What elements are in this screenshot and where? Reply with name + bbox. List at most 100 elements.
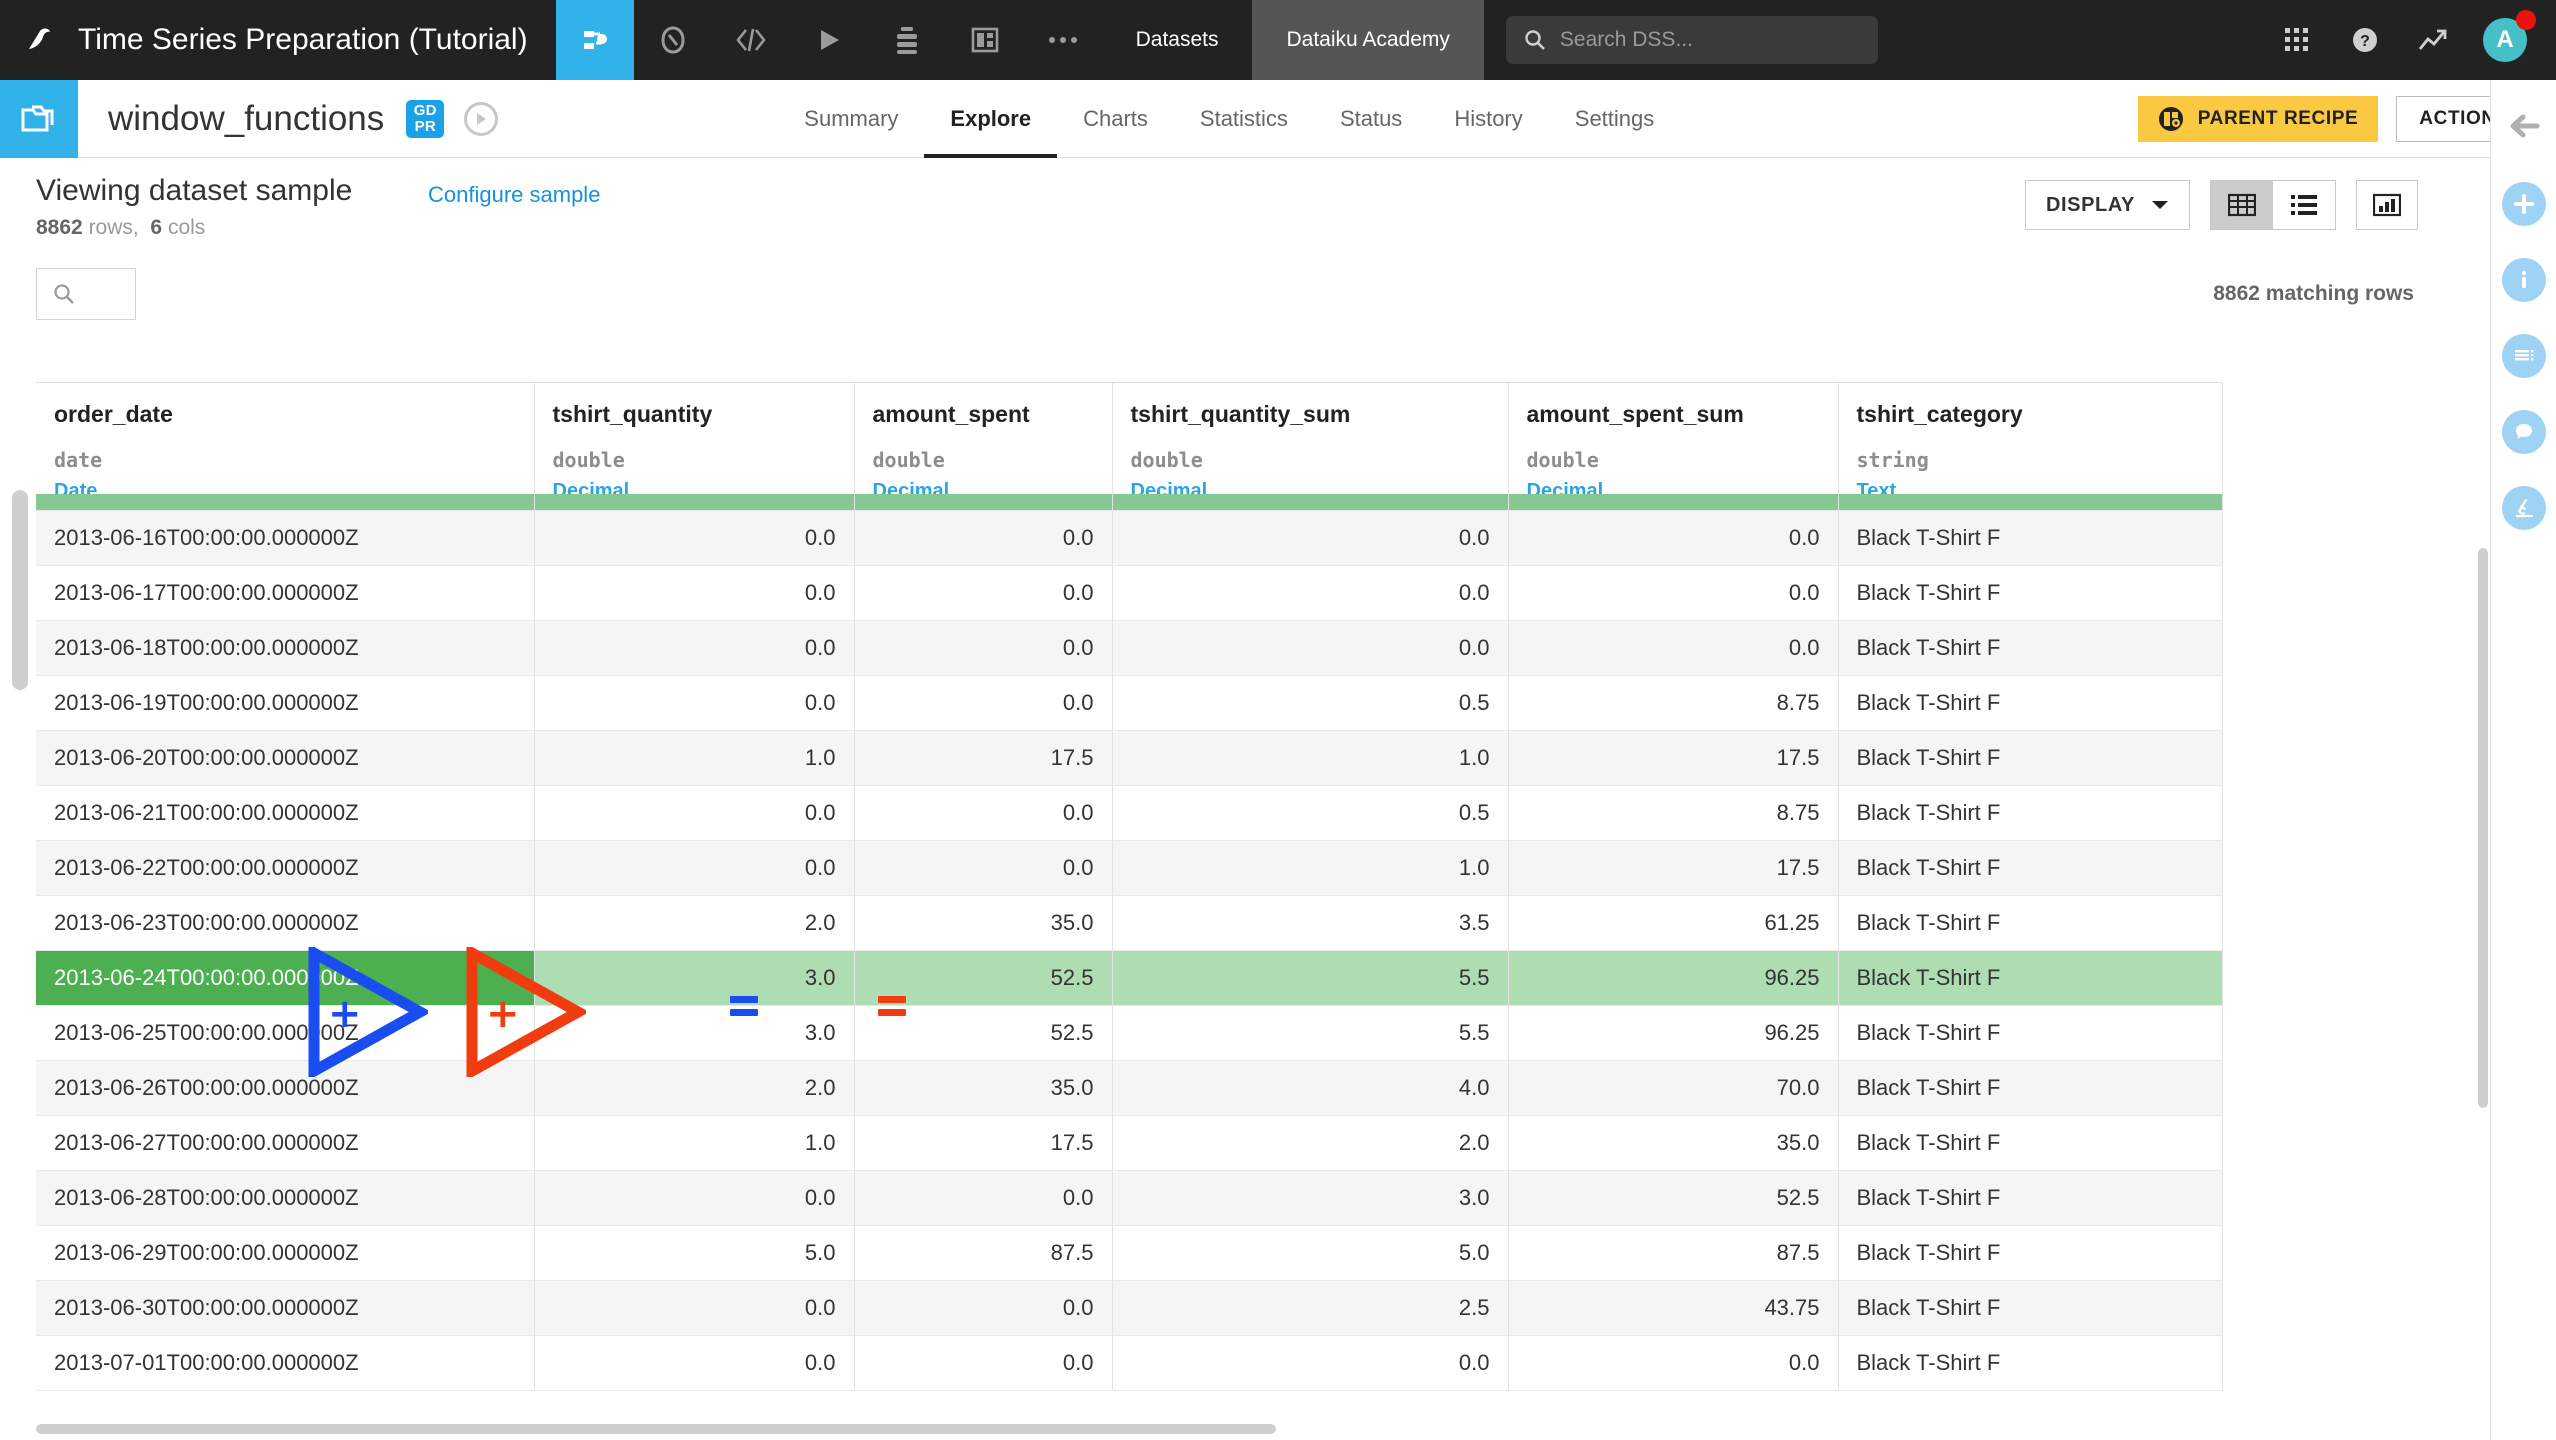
table-cell-tshirt-quantity-sum[interactable]: 2.0 — [1112, 1115, 1509, 1171]
table-cell-tshirt-category[interactable]: Black T-Shirt F — [1838, 1005, 2223, 1061]
table-cell-order-date[interactable]: 2013-06-30T00:00:00.000000Z — [36, 1280, 535, 1336]
column-header-amount-spent-sum[interactable]: amount_spent_sum double Decimal — [1508, 382, 1839, 511]
table-cell-tshirt-quantity[interactable]: 0.0 — [534, 840, 855, 896]
nav-icon-dashboard[interactable] — [946, 0, 1024, 80]
table-cell-tshirt-quantity-sum[interactable]: 0.0 — [1112, 510, 1509, 566]
table-cell-tshirt-quantity[interactable]: 2.0 — [534, 895, 855, 951]
nav-icon-jobs-play[interactable] — [790, 0, 868, 80]
tab-history[interactable]: History — [1428, 80, 1548, 158]
table-cell-amount-spent[interactable]: 0.0 — [854, 785, 1113, 841]
add-icon[interactable] — [2501, 182, 2546, 226]
info-icon[interactable] — [2501, 258, 2546, 302]
table-cell-amount-spent-sum[interactable]: 17.5 — [1508, 730, 1839, 786]
table-cell-amount-spent-sum[interactable]: 35.0 — [1508, 1115, 1839, 1171]
left-vertical-scrollbar[interactable] — [12, 490, 28, 690]
table-cell-tshirt-category[interactable]: Black T-Shirt F — [1838, 565, 2223, 621]
table-cell-tshirt-quantity-sum[interactable]: 1.0 — [1112, 840, 1509, 896]
table-cell-amount-spent[interactable]: 0.0 — [854, 620, 1113, 676]
table-row[interactable]: 2013-06-24T00:00:00.000000Z 3.0 52.5 5.5 96.… — [36, 950, 2223, 1006]
table-cell-order-date[interactable]: 2013-06-26T00:00:00.000000Z — [36, 1060, 535, 1116]
table-cell-tshirt-quantity-sum[interactable]: 3.0 — [1112, 1170, 1509, 1226]
search-input[interactable]: Search DSS... — [1505, 16, 1878, 64]
configure-sample-link[interactable]: Configure sample — [428, 182, 600, 208]
table-cell-amount-spent-sum[interactable]: 8.75 — [1508, 785, 1839, 841]
parent-recipe-button[interactable]: PARENT RECIPE — [2137, 95, 2379, 142]
table-cell-order-date[interactable]: 2013-06-20T00:00:00.000000Z — [36, 730, 535, 786]
table-cell-amount-spent[interactable]: 0.0 — [854, 675, 1113, 731]
table-cell-tshirt-quantity[interactable]: 3.0 — [534, 1005, 855, 1061]
nav-icon-automation[interactable] — [868, 0, 946, 80]
nav-icon-flow[interactable] — [555, 0, 634, 80]
table-cell-order-date[interactable]: 2013-06-23T00:00:00.000000Z — [36, 895, 535, 951]
table-cell-order-date[interactable]: 2013-06-29T00:00:00.000000Z — [36, 1225, 535, 1281]
table-cell-amount-spent-sum[interactable]: 52.5 — [1508, 1170, 1839, 1226]
table-cell-tshirt-quantity[interactable]: 0.0 — [534, 620, 855, 676]
table-cell-order-date[interactable]: 2013-06-16T00:00:00.000000Z — [36, 510, 535, 566]
table-row[interactable]: 2013-06-28T00:00:00.000000Z 0.0 0.0 3.0 52.5… — [36, 1170, 2223, 1226]
table-cell-tshirt-category[interactable]: Black T-Shirt F — [1838, 1170, 2223, 1226]
table-cell-tshirt-category[interactable]: Black T-Shirt F — [1838, 730, 2223, 786]
table-cell-order-date[interactable]: 2013-06-25T00:00:00.000000Z — [36, 1005, 535, 1061]
table-cell-tshirt-quantity-sum[interactable]: 5.5 — [1112, 1005, 1509, 1061]
display-dropdown-button[interactable]: DISPLAY — [2024, 180, 2190, 230]
tab-statistics[interactable]: Statistics — [1174, 80, 1314, 158]
table-cell-tshirt-quantity-sum[interactable]: 0.0 — [1112, 565, 1509, 621]
table-cell-order-date[interactable]: 2013-06-18T00:00:00.000000Z — [36, 620, 535, 676]
table-row[interactable]: 2013-06-23T00:00:00.000000Z 2.0 35.0 3.5 61.… — [36, 895, 2223, 951]
table-row[interactable]: 2013-06-22T00:00:00.000000Z 0.0 0.0 1.0 17.5… — [36, 840, 2223, 896]
list-view-icon[interactable] — [2273, 181, 2335, 229]
table-cell-order-date[interactable]: 2013-06-17T00:00:00.000000Z — [36, 565, 535, 621]
right-vertical-scrollbar[interactable] — [2478, 548, 2488, 1108]
apps-grid-icon[interactable] — [2266, 0, 2328, 80]
table-row[interactable]: 2013-06-25T00:00:00.000000Z 3.0 52.5 5.5 96.… — [36, 1005, 2223, 1061]
table-search-input[interactable] — [36, 268, 136, 320]
table-row[interactable]: 2013-06-20T00:00:00.000000Z 1.0 17.5 1.0 17.… — [36, 730, 2223, 786]
table-cell-amount-spent[interactable]: 35.0 — [854, 895, 1113, 951]
table-cell-order-date[interactable]: 2013-06-21T00:00:00.000000Z — [36, 785, 535, 841]
table-cell-tshirt-quantity[interactable]: 0.0 — [534, 1335, 855, 1391]
lab-microscope-icon[interactable] — [2501, 486, 2546, 530]
table-cell-tshirt-category[interactable]: Black T-Shirt F — [1838, 620, 2223, 676]
tab-explore[interactable]: Explore — [924, 80, 1057, 158]
table-cell-amount-spent[interactable]: 17.5 — [854, 1115, 1113, 1171]
table-cell-amount-spent-sum[interactable]: 8.75 — [1508, 675, 1839, 731]
nav-icon-more-ellipsis[interactable] — [1024, 0, 1102, 80]
column-header-tshirt-quantity[interactable]: tshirt_quantity double Decimal — [534, 382, 855, 511]
table-cell-tshirt-quantity[interactable]: 0.0 — [534, 675, 855, 731]
table-cell-tshirt-quantity-sum[interactable]: 5.0 — [1112, 1225, 1509, 1281]
table-cell-tshirt-quantity-sum[interactable]: 0.5 — [1112, 675, 1509, 731]
arrow-left-collapse-icon[interactable] — [2500, 102, 2548, 150]
table-cell-tshirt-category[interactable]: Black T-Shirt F — [1838, 840, 2223, 896]
table-cell-order-date[interactable]: 2013-06-22T00:00:00.000000Z — [36, 840, 535, 896]
details-icon[interactable] — [2501, 334, 2546, 378]
table-cell-amount-spent[interactable]: 0.0 — [854, 565, 1113, 621]
table-cell-amount-spent-sum[interactable]: 61.25 — [1508, 895, 1839, 951]
table-cell-tshirt-quantity-sum[interactable]: 5.5 — [1112, 950, 1509, 1006]
column-header-amount-spent[interactable]: amount_spent double Decimal — [854, 382, 1113, 511]
table-row[interactable]: 2013-06-29T00:00:00.000000Z 5.0 87.5 5.0 87.… — [36, 1225, 2223, 1281]
table-row[interactable]: 2013-06-27T00:00:00.000000Z 1.0 17.5 2.0 35.… — [36, 1115, 2223, 1171]
table-cell-tshirt-category[interactable]: Black T-Shirt F — [1838, 1115, 2223, 1171]
table-cell-amount-spent[interactable]: 87.5 — [854, 1225, 1113, 1281]
table-cell-amount-spent[interactable]: 0.0 — [854, 840, 1113, 896]
table-cell-tshirt-quantity[interactable]: 3.0 — [534, 950, 855, 1006]
table-cell-order-date[interactable]: 2013-07-01T00:00:00.000000Z — [36, 1335, 535, 1391]
column-header-tshirt-quantity-sum[interactable]: tshirt_quantity_sum double Decimal — [1112, 382, 1509, 511]
table-cell-tshirt-quantity[interactable]: 0.0 — [534, 1170, 855, 1226]
table-row[interactable]: 2013-06-17T00:00:00.000000Z 0.0 0.0 0.0 0.0 B… — [36, 565, 2223, 621]
table-cell-tshirt-quantity-sum[interactable]: 0.0 — [1112, 620, 1509, 676]
table-cell-tshirt-category[interactable]: Black T-Shirt F — [1838, 950, 2223, 1006]
table-row[interactable]: 2013-06-19T00:00:00.000000Z 0.0 0.0 0.5 8.75… — [36, 675, 2223, 731]
table-row[interactable]: 2013-06-18T00:00:00.000000Z 0.0 0.0 0.0 0.0 B… — [36, 620, 2223, 676]
chart-view-icon[interactable] — [2356, 180, 2418, 230]
table-cell-tshirt-quantity[interactable]: 0.0 — [534, 1280, 855, 1336]
table-cell-amount-spent-sum[interactable]: 43.75 — [1508, 1280, 1839, 1336]
table-cell-amount-spent-sum[interactable]: 0.0 — [1508, 1335, 1839, 1391]
column-header-tshirt-category[interactable]: tshirt_category string Text — [1838, 382, 2223, 511]
table-cell-tshirt-quantity-sum[interactable]: 3.5 — [1112, 895, 1509, 951]
table-cell-amount-spent-sum[interactable]: 87.5 — [1508, 1225, 1839, 1281]
table-cell-order-date[interactable]: 2013-06-27T00:00:00.000000Z — [36, 1115, 535, 1171]
horizontal-scrollbar[interactable] — [36, 1424, 1276, 1434]
table-cell-tshirt-category[interactable]: Black T-Shirt F — [1838, 1060, 2223, 1116]
table-cell-amount-spent[interactable]: 35.0 — [854, 1060, 1113, 1116]
